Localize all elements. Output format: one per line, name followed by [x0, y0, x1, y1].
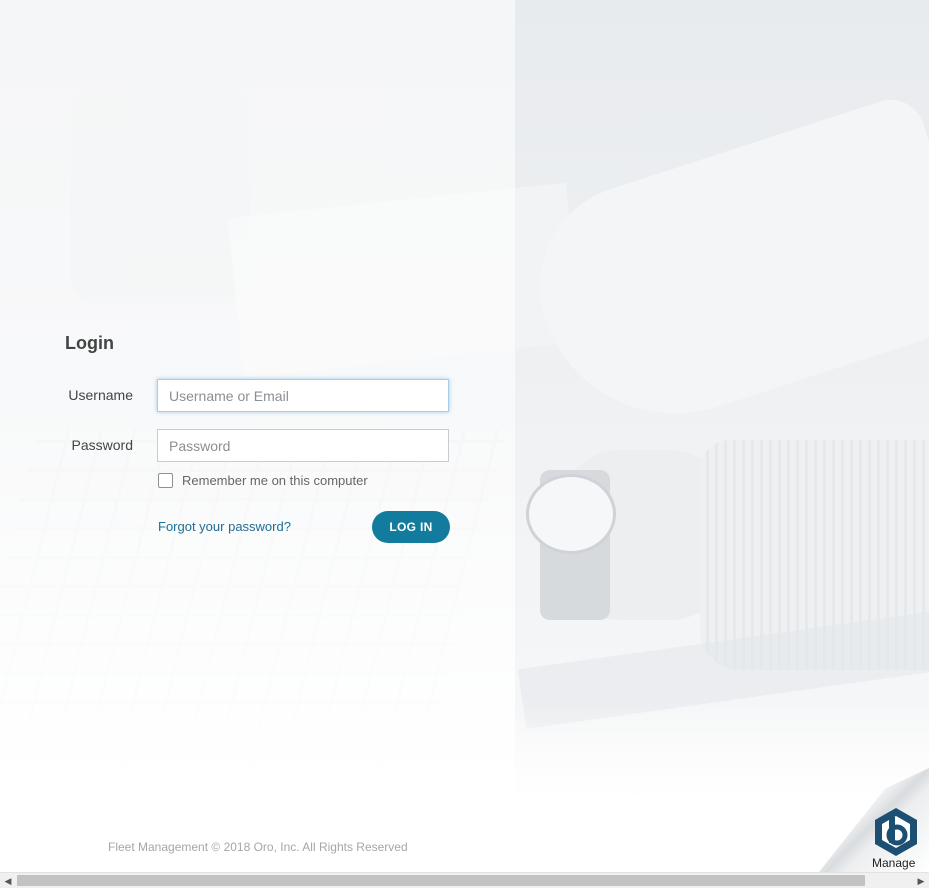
remember-checkbox[interactable]: [158, 473, 173, 488]
forgot-password-link[interactable]: Forgot your password?: [158, 519, 291, 534]
bg-arm: [513, 90, 929, 450]
remember-label[interactable]: Remember me on this computer: [182, 473, 368, 488]
username-input[interactable]: [157, 379, 449, 412]
username-label: Username: [68, 387, 133, 403]
bg-watch-face: [526, 474, 616, 554]
hexagon-b-logo-icon[interactable]: [872, 806, 920, 858]
password-input[interactable]: [157, 429, 449, 462]
scroll-left-arrow-icon[interactable]: ◀: [0, 873, 16, 888]
manage-label[interactable]: Manage: [872, 856, 915, 870]
horizontal-scrollbar[interactable]: ◀ ▶: [0, 872, 929, 888]
login-title: Login: [65, 333, 114, 353]
scrollbar-thumb[interactable]: [17, 875, 865, 886]
remember-me: Remember me on this computer: [158, 473, 368, 488]
scroll-right-arrow-icon[interactable]: ▶: [913, 873, 929, 888]
footer-copyright: Fleet Management © 2018 Oro, Inc. All Ri…: [108, 840, 408, 854]
login-button[interactable]: LOG IN: [372, 511, 450, 543]
password-label: Password: [71, 437, 133, 453]
